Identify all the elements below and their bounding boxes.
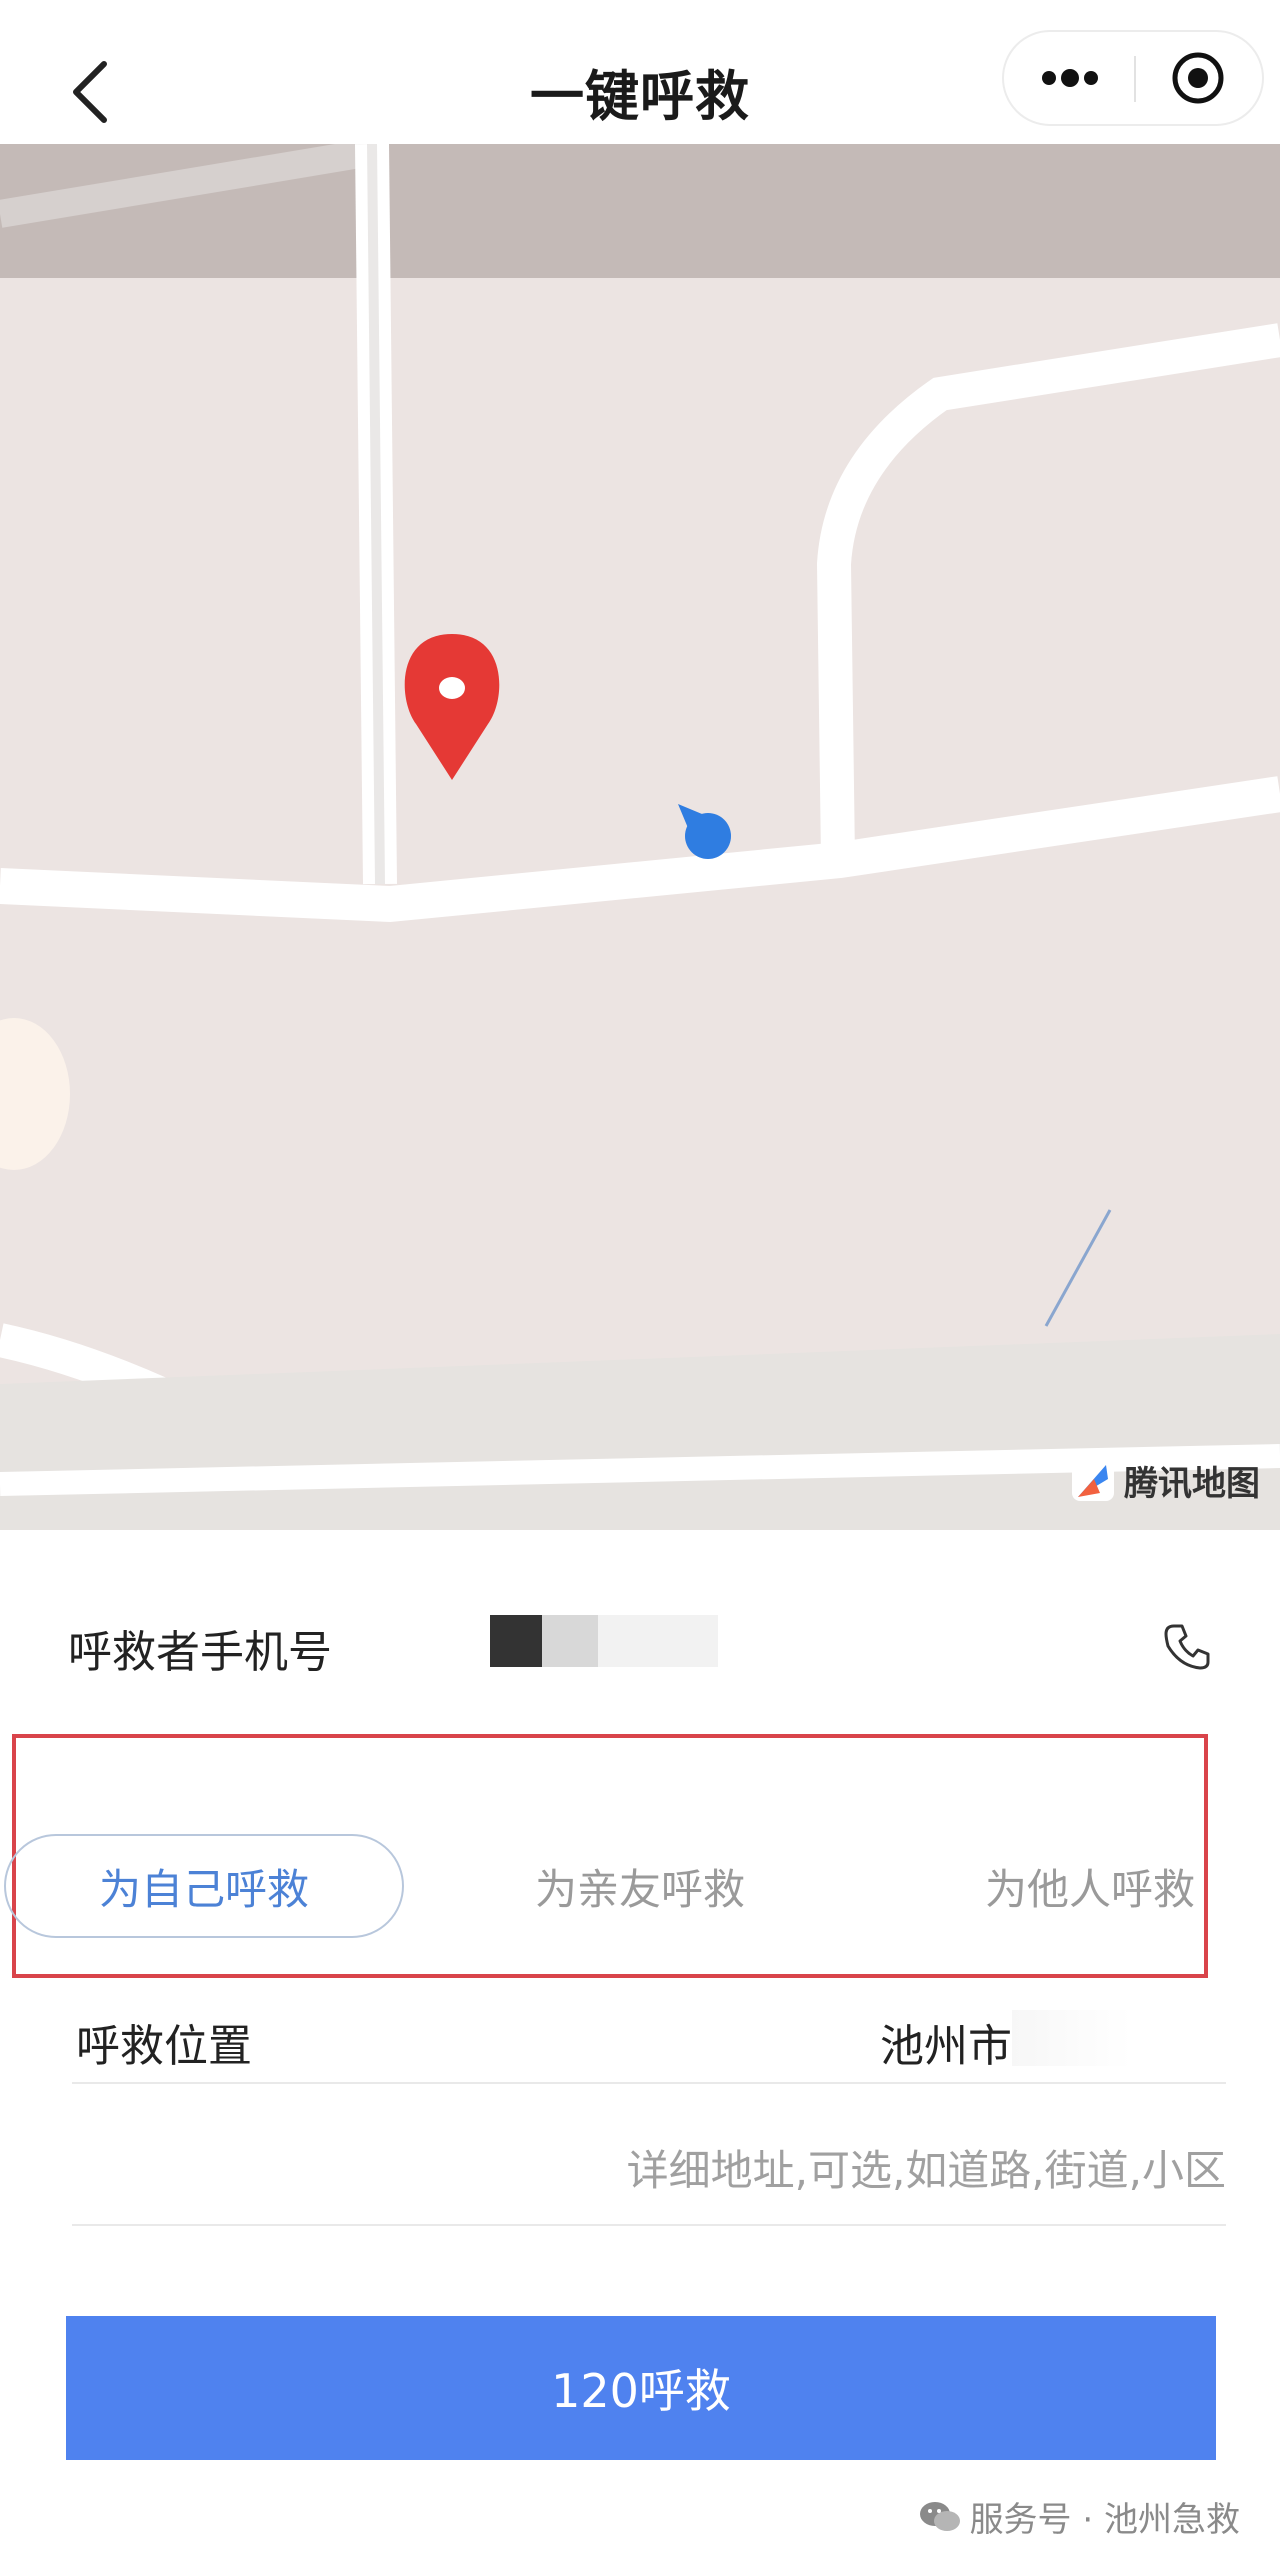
call-phone-button[interactable] (1160, 1620, 1214, 1674)
wechat-icon (919, 2501, 960, 2531)
emergency-call-button[interactable]: 120呼救 (66, 2316, 1216, 2460)
mini-program-capsule (1002, 30, 1264, 126)
phone-icon (1164, 1624, 1210, 1670)
location-row[interactable]: 呼救位置 池州市 (72, 1990, 1226, 2084)
watermark: 服务号 · 池州急救 (918, 2492, 1240, 2541)
caller-phone-value-redacted (430, 1606, 720, 1676)
more-button[interactable] (1004, 32, 1134, 124)
address-input[interactable] (72, 2138, 1226, 2202)
nav-bar: 一键呼救 (0, 0, 1280, 144)
tab-call-for-self[interactable]: 为自己呼救 (4, 1834, 404, 1938)
location-value-redacted (1012, 2010, 1132, 2066)
location-value: 池州市 (880, 2021, 1012, 2072)
map-view[interactable]: 腾讯地图 (0, 144, 1280, 1530)
map-provider-label: 腾讯地图 (1124, 1463, 1260, 1504)
address-row (72, 2110, 1226, 2226)
map-provider-badge: 腾讯地图 (1070, 1452, 1260, 1508)
tencent-map-logo (1072, 1459, 1114, 1501)
close-mini-program-button[interactable] (1136, 32, 1264, 124)
more-dots-icon (1042, 69, 1098, 87)
caller-phone-label: 呼救者手机号 (68, 1627, 332, 1678)
tab-call-for-relatives[interactable]: 为亲友呼救 (470, 1834, 810, 1938)
target-icon (1172, 52, 1224, 104)
tab-call-for-others[interactable]: 为他人呼救 (940, 1834, 1240, 1938)
watermark-text: 服务号 · 池州急救 (969, 2500, 1240, 2540)
caller-phone-card: 呼救者手机号 (18, 1562, 1262, 1730)
location-label: 呼救位置 (76, 2021, 252, 2072)
map-canvas[interactable] (0, 144, 1280, 1530)
